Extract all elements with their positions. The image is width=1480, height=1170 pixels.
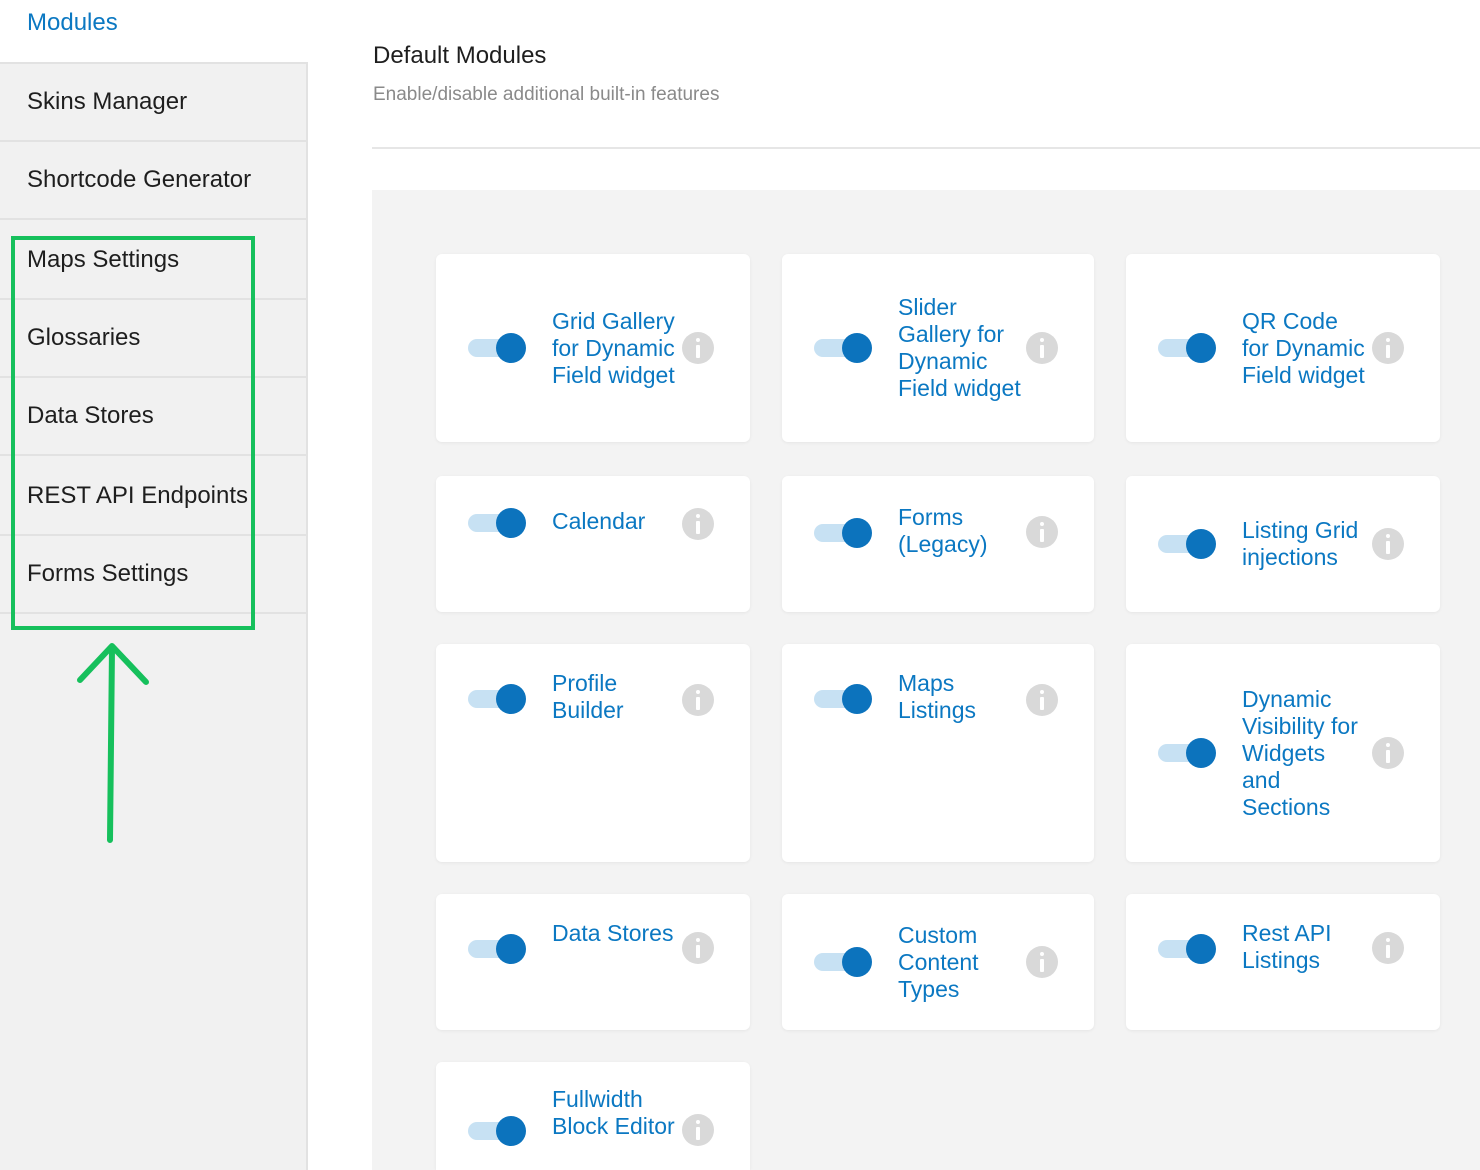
module-label[interactable]: Slider Gallery for Dynamic Field widget: [898, 294, 1022, 402]
main-content: Default Modules Enable/disable additiona…: [308, 0, 1480, 1170]
info-icon[interactable]: [1026, 332, 1058, 364]
module-toggle[interactable]: [468, 506, 526, 540]
page-subtitle: Enable/disable additional built-in featu…: [373, 84, 720, 105]
sidebar-item-label: Modules: [27, 9, 118, 36]
module-card: Grid Gallery for Dynamic Field widget: [436, 254, 750, 442]
sidebar-item-label: Maps Settings: [27, 246, 180, 273]
info-icon[interactable]: [1026, 684, 1058, 716]
module-card: Custom Content Types: [782, 894, 1094, 1030]
module-toggle[interactable]: [468, 682, 526, 716]
module-card: Profile Builder: [436, 644, 750, 862]
modules-panel: Grid Gallery for Dynamic Field widget Sl…: [372, 190, 1480, 1170]
module-label[interactable]: QR Code for Dynamic Field widget: [1242, 308, 1366, 389]
module-toggle[interactable]: [1158, 331, 1216, 365]
module-card: Rest API Listings: [1126, 894, 1440, 1030]
module-card: Maps Listings: [782, 644, 1094, 862]
sidebar-item-label: Skins Manager: [27, 88, 188, 115]
sidebar-item-label: Data Stores: [27, 402, 154, 429]
module-toggle[interactable]: [468, 331, 526, 365]
info-icon[interactable]: [1026, 946, 1058, 978]
module-label[interactable]: Calendar: [552, 508, 676, 535]
module-label[interactable]: Grid Gallery for Dynamic Field widget: [552, 308, 676, 389]
module-card: Data Stores: [436, 894, 750, 1030]
module-toggle[interactable]: [1158, 527, 1216, 561]
module-card: Calendar: [436, 476, 750, 612]
sidebar-item-label: Glossaries: [27, 324, 141, 351]
module-card: Dynamic Visibility for Widgets and Secti…: [1126, 644, 1440, 862]
module-label[interactable]: Listing Grid injections: [1242, 517, 1366, 571]
info-icon[interactable]: [1372, 932, 1404, 964]
module-card: Slider Gallery for Dynamic Field widget: [782, 254, 1094, 442]
module-label[interactable]: Profile Builder: [552, 670, 676, 724]
module-card: QR Code for Dynamic Field widget: [1126, 254, 1440, 442]
sidebar-item-label: REST API Endpoints: [27, 482, 249, 509]
info-icon[interactable]: [1372, 332, 1404, 364]
sidebar-item-label: Forms Settings: [27, 560, 189, 587]
sidebar-item-maps-settings[interactable]: Maps Settings: [0, 222, 306, 300]
module-card: Fullwidth Block Editor: [436, 1062, 750, 1170]
info-icon[interactable]: [1372, 528, 1404, 560]
module-toggle[interactable]: [468, 1114, 526, 1148]
module-label[interactable]: Dynamic Visibility for Widgets and Secti…: [1242, 686, 1366, 821]
sidebar-item-modules[interactable]: Modules: [0, 0, 308, 64]
module-toggle[interactable]: [1158, 932, 1216, 966]
divider: [372, 147, 1480, 149]
sidebar-item-shortcode-generator[interactable]: Shortcode Generator: [0, 142, 306, 220]
module-label[interactable]: Rest API Listings: [1242, 920, 1366, 974]
info-icon[interactable]: [1372, 737, 1404, 769]
info-icon[interactable]: [682, 684, 714, 716]
sidebar-item-rest-api-endpoints[interactable]: REST API Endpoints: [0, 458, 306, 536]
sidebar-item-skins-manager[interactable]: Skins Manager: [0, 64, 306, 142]
settings-sidebar: Modules Skins Manager Shortcode Generato…: [0, 0, 308, 1170]
module-label[interactable]: Data Stores: [552, 920, 676, 947]
module-toggle[interactable]: [814, 682, 872, 716]
sidebar-item-glossaries[interactable]: Glossaries: [0, 300, 306, 378]
module-card: Forms (Legacy): [782, 476, 1094, 612]
module-label[interactable]: Forms (Legacy): [898, 504, 1022, 558]
sidebar-item-label: Shortcode Generator: [27, 166, 252, 193]
module-card: Listing Grid injections: [1126, 476, 1440, 612]
module-toggle[interactable]: [814, 331, 872, 365]
module-label[interactable]: Custom Content Types: [898, 922, 1022, 1003]
sidebar-item-forms-settings[interactable]: Forms Settings: [0, 536, 306, 614]
info-icon[interactable]: [682, 332, 714, 364]
info-icon[interactable]: [1026, 516, 1058, 548]
module-toggle[interactable]: [1158, 736, 1216, 770]
module-toggle[interactable]: [814, 945, 872, 979]
info-icon[interactable]: [682, 932, 714, 964]
module-toggle[interactable]: [468, 932, 526, 966]
page-title: Default Modules: [373, 42, 547, 69]
module-toggle[interactable]: [814, 516, 872, 550]
sidebar-item-data-stores[interactable]: Data Stores: [0, 378, 306, 456]
module-label[interactable]: Fullwidth Block Editor: [552, 1086, 676, 1140]
info-icon[interactable]: [682, 1114, 714, 1146]
module-label[interactable]: Maps Listings: [898, 670, 1022, 724]
info-icon[interactable]: [682, 508, 714, 540]
